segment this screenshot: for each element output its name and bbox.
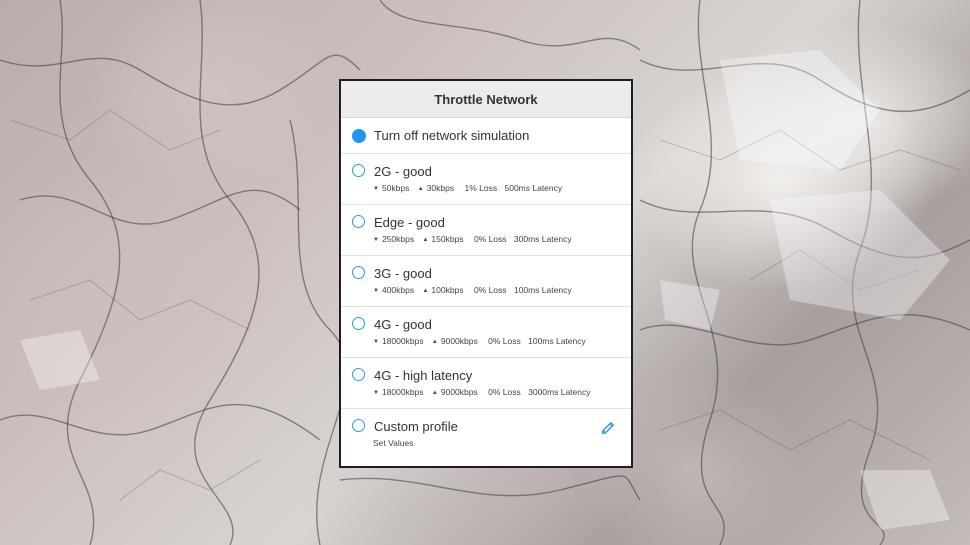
download-speed: ▼ 400kbps xyxy=(373,285,415,295)
option-4g-good[interactable]: 4G - good ▼ 18000kbps ▲ 9000kbps 0% Loss 1… xyxy=(341,307,631,358)
down-arrow-icon: ▼ xyxy=(373,186,379,192)
packet-loss: 0% Loss xyxy=(473,234,507,244)
download-speed: ▼ 250kbps xyxy=(373,234,415,244)
option-label: 3G - good xyxy=(374,266,432,281)
packet-loss: 1% Loss xyxy=(464,183,498,193)
upload-speed: ▲ 100kbps xyxy=(422,285,464,295)
option-label: 4G - good xyxy=(374,317,432,332)
radio-unselected-icon[interactable] xyxy=(352,317,365,330)
download-speed: ▼ 50kbps xyxy=(373,183,410,193)
upload-speed: ▲ 30kbps xyxy=(417,183,455,193)
set-values-label: Set Values xyxy=(373,438,414,448)
download-speed: ▼ 18000kbps xyxy=(373,387,424,397)
option-label: 4G - high latency xyxy=(374,368,473,383)
latency: 500ms Latency xyxy=(504,183,563,193)
download-speed: ▼ 18000kbps xyxy=(373,336,424,346)
radio-selected-icon[interactable] xyxy=(352,129,366,143)
radio-unselected-icon[interactable] xyxy=(352,266,365,279)
radio-unselected-icon[interactable] xyxy=(352,215,365,228)
upload-speed: ▲ 9000kbps xyxy=(431,387,478,397)
down-arrow-icon: ▼ xyxy=(373,339,379,345)
option-2g-good[interactable]: 2G - good ▼ 50kbps ▲ 30kbps 1% Loss 500ms … xyxy=(341,154,631,205)
option-details: ▼ 250kbps ▲ 150kbps 0% Loss 300ms Latency xyxy=(373,234,575,244)
upload-speed: ▲ 150kbps xyxy=(422,234,464,244)
radio-unselected-icon[interactable] xyxy=(352,419,365,432)
up-arrow-icon: ▲ xyxy=(417,186,424,192)
option-label: Custom profile xyxy=(374,419,458,434)
down-arrow-icon: ▼ xyxy=(373,288,379,294)
dialog-title: Throttle Network xyxy=(341,81,631,118)
option-3g-good[interactable]: 3G - good ▼ 400kbps ▲ 100kbps 0% Loss 100m… xyxy=(341,256,631,307)
latency: 3000ms Latency xyxy=(528,387,591,397)
latency: 100ms Latency xyxy=(528,336,586,346)
option-turn-off-simulation[interactable]: Turn off network simulation xyxy=(341,118,631,154)
option-label: Edge - good xyxy=(374,215,445,230)
down-arrow-icon: ▼ xyxy=(373,237,379,243)
packet-loss: 0% Loss xyxy=(488,387,521,397)
option-details: ▼ 400kbps ▲ 100kbps 0% Loss 100ms Latency xyxy=(373,285,575,295)
option-custom-profile[interactable]: Custom profile Set Values xyxy=(341,409,631,466)
radio-unselected-icon[interactable] xyxy=(352,368,365,381)
option-details: ▼ 18000kbps ▲ 9000kbps 0% Loss 3000ms Late… xyxy=(373,387,593,397)
pencil-icon[interactable] xyxy=(600,420,616,436)
option-4g-high-latency[interactable]: 4G - high latency ▼ 18000kbps ▲ 9000kbps 0… xyxy=(341,358,631,409)
throttle-network-dialog: Throttle Network Turn off network simula… xyxy=(339,79,633,468)
option-edge-good[interactable]: Edge - good ▼ 250kbps ▲ 150kbps 0% Loss 30… xyxy=(341,205,631,256)
up-arrow-icon: ▲ xyxy=(422,288,429,294)
down-arrow-icon: ▼ xyxy=(373,390,379,396)
up-arrow-icon: ▲ xyxy=(431,339,438,345)
option-details: ▼ 50kbps ▲ 30kbps 1% Loss 500ms Latency xyxy=(373,183,565,193)
upload-speed: ▲ 9000kbps xyxy=(431,336,478,346)
up-arrow-icon: ▲ xyxy=(422,237,429,243)
packet-loss: 0% Loss xyxy=(488,336,521,346)
up-arrow-icon: ▲ xyxy=(431,390,438,396)
option-label: 2G - good xyxy=(374,164,432,179)
latency: 100ms Latency xyxy=(513,285,572,295)
option-details: ▼ 18000kbps ▲ 9000kbps 0% Loss 100ms Laten… xyxy=(373,336,589,346)
latency: 300ms Latency xyxy=(513,234,572,244)
packet-loss: 0% Loss xyxy=(473,285,507,295)
option-label: Turn off network simulation xyxy=(374,128,530,143)
radio-unselected-icon[interactable] xyxy=(352,164,365,177)
